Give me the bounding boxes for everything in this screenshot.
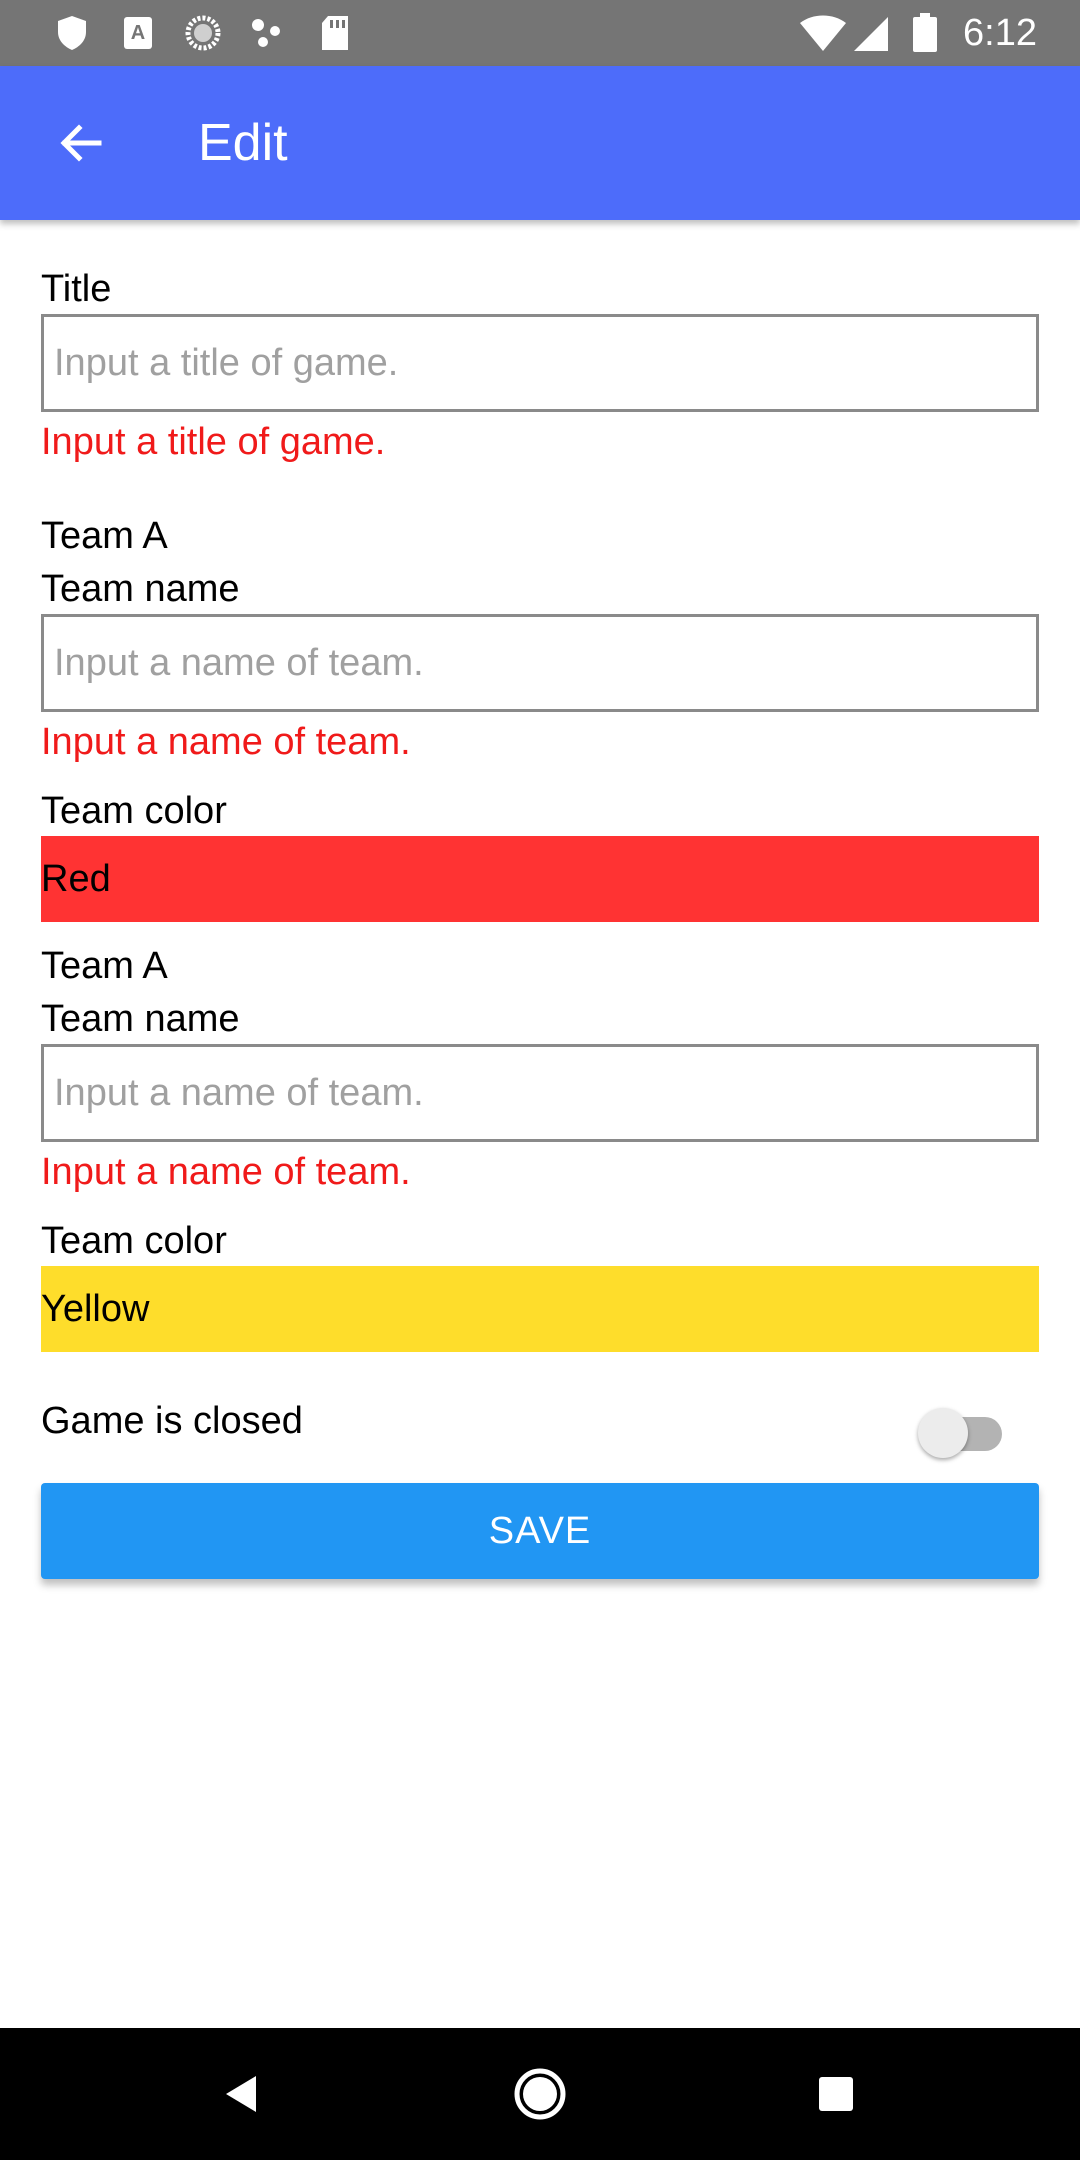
sync-icon	[185, 15, 221, 51]
home-circle-icon	[514, 2068, 566, 2120]
game-closed-switch[interactable]	[918, 1406, 1008, 1458]
status-bar: A 6:12	[0, 0, 1080, 66]
navigation-bar	[0, 2028, 1080, 2160]
save-button[interactable]: SAVE	[41, 1483, 1039, 1579]
arrow-back-icon	[60, 124, 102, 162]
team1-color-value: Red	[41, 857, 111, 900]
team2-name-error: Input a name of team.	[41, 1151, 411, 1193]
team1-color-picker[interactable]: Red	[41, 836, 1039, 922]
nav-recents-button[interactable]	[800, 2058, 872, 2130]
team1-name-input[interactable]	[41, 614, 1039, 712]
svg-text:A: A	[131, 22, 145, 44]
sd-card-icon	[322, 16, 348, 50]
recents-square-icon	[819, 2077, 853, 2111]
team2-name-label: Team name	[41, 998, 240, 1040]
battery-icon	[913, 13, 937, 52]
nav-back-button[interactable]	[206, 2058, 278, 2130]
team1-color-label: Team color	[41, 790, 227, 832]
team2-header: Team A	[41, 945, 168, 987]
team2-color-picker[interactable]: Yellow	[41, 1266, 1039, 1352]
wifi-icon	[800, 15, 846, 51]
game-closed-label: Game is closed	[41, 1400, 303, 1442]
page-title: Edit	[198, 114, 288, 172]
font-a-icon: A	[124, 17, 152, 49]
team2-color-label: Team color	[41, 1220, 227, 1262]
team1-name-error: Input a name of team.	[41, 721, 411, 763]
title-error: Input a title of game.	[41, 421, 386, 463]
dots-icon	[252, 19, 280, 47]
team2-color-value: Yellow	[41, 1287, 150, 1330]
back-triangle-icon	[226, 2076, 256, 2112]
shield-icon	[58, 16, 86, 50]
team2-name-input[interactable]	[41, 1044, 1039, 1142]
title-label: Title	[41, 268, 112, 310]
back-button[interactable]	[40, 103, 120, 183]
signal-icon	[854, 17, 888, 51]
team1-header: Team A	[41, 515, 168, 557]
status-time: 6:12	[963, 12, 1037, 54]
switch-thumb	[918, 1408, 968, 1458]
title-input[interactable]	[41, 314, 1039, 412]
team1-name-label: Team name	[41, 568, 240, 610]
nav-home-button[interactable]	[504, 2058, 576, 2130]
app-bar: Edit	[0, 66, 1080, 220]
